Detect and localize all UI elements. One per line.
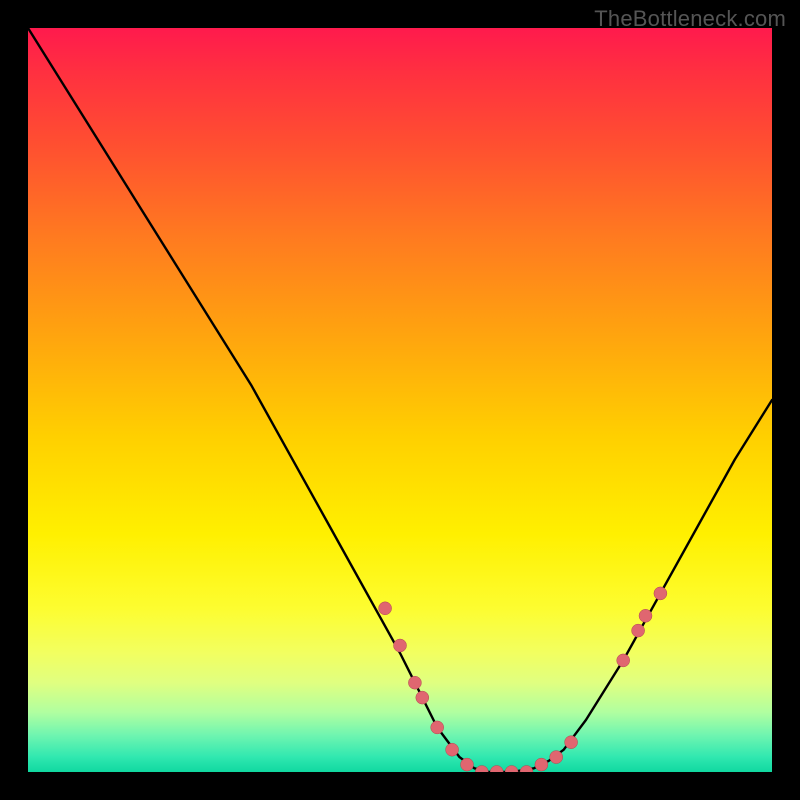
- data-point: [475, 766, 488, 773]
- data-point: [535, 758, 548, 771]
- data-point: [550, 751, 563, 764]
- data-point: [632, 624, 645, 637]
- data-point: [505, 766, 518, 773]
- data-point: [617, 654, 630, 667]
- plot-area: [28, 28, 772, 772]
- data-point: [431, 721, 444, 734]
- bottleneck-curve-path: [28, 28, 772, 772]
- chart-frame: TheBottleneck.com: [0, 0, 800, 800]
- data-point: [639, 609, 652, 622]
- data-point: [654, 587, 667, 600]
- data-point: [565, 736, 578, 749]
- data-point: [379, 602, 392, 615]
- data-point: [520, 766, 533, 773]
- data-point: [408, 676, 421, 689]
- data-point: [490, 766, 503, 773]
- data-point: [446, 743, 459, 756]
- data-point: [394, 639, 407, 652]
- data-point: [416, 691, 429, 704]
- bottleneck-curve: [28, 28, 772, 772]
- data-point: [461, 758, 474, 771]
